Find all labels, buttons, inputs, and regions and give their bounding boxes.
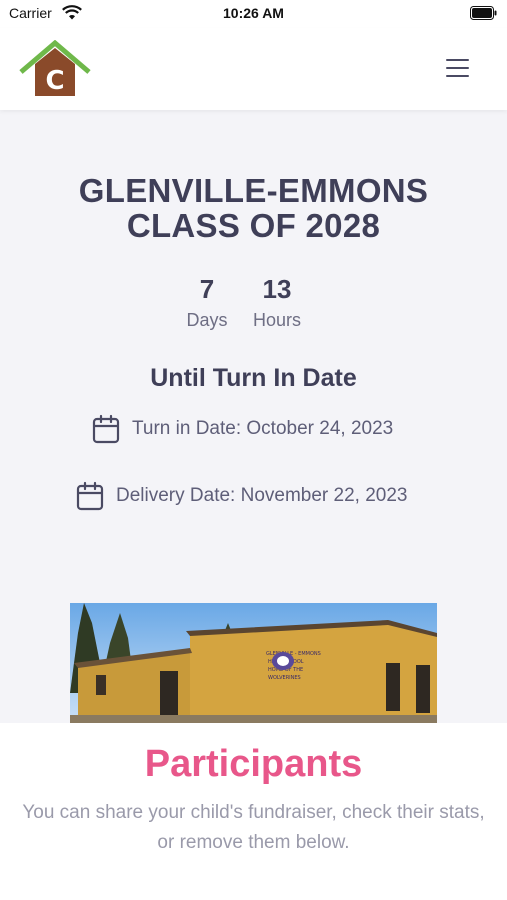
svg-text:WOLVERINES: WOLVERINES: [268, 675, 301, 681]
delivery-date-row: Delivery Date: November 22, 2023: [76, 481, 407, 511]
school-photo: GLENVILLE - EMMONS HIGH SCHOOL HOME OF T…: [70, 603, 437, 728]
clock: 10:26 AM: [223, 5, 284, 21]
days-value: 7: [199, 274, 215, 304]
menu-button[interactable]: [444, 56, 472, 80]
hamburger-icon: [446, 59, 469, 61]
hours-value: 13: [262, 274, 292, 304]
countdown-days: 7 Days: [167, 274, 247, 331]
days-label: Days: [186, 310, 228, 330]
hours-label: Hours: [252, 310, 301, 330]
page-title: GLENVILLE-EMMONS CLASS OF 2028: [0, 173, 507, 243]
until-label: Until Turn In Date: [150, 364, 357, 392]
title-line-1: GLENVILLE-EMMONS: [78, 172, 429, 209]
battery-icon: [470, 6, 497, 20]
title-line-2: CLASS OF 2028: [126, 207, 381, 244]
calendar-icon: [92, 414, 120, 444]
status-bar: Carrier 10:26 AM: [0, 0, 507, 28]
logo-icon[interactable]: C: [19, 40, 91, 98]
app-header: C: [0, 28, 507, 110]
participants-description: You can share your child's fundraiser, c…: [22, 802, 485, 853]
countdown-hours: 13 Hours: [237, 274, 317, 331]
participants-section: Participants You can share your child's …: [0, 723, 507, 900]
logo-letter: C: [45, 66, 64, 96]
turn-in-date: Turn in Date: October 24, 2023: [132, 418, 394, 439]
turn-in-date-row: Turn in Date: October 24, 2023: [92, 414, 393, 444]
calendar-icon: [76, 481, 104, 511]
participants-title: Participants: [144, 743, 363, 785]
delivery-date: Delivery Date: November 22, 2023: [116, 485, 408, 506]
